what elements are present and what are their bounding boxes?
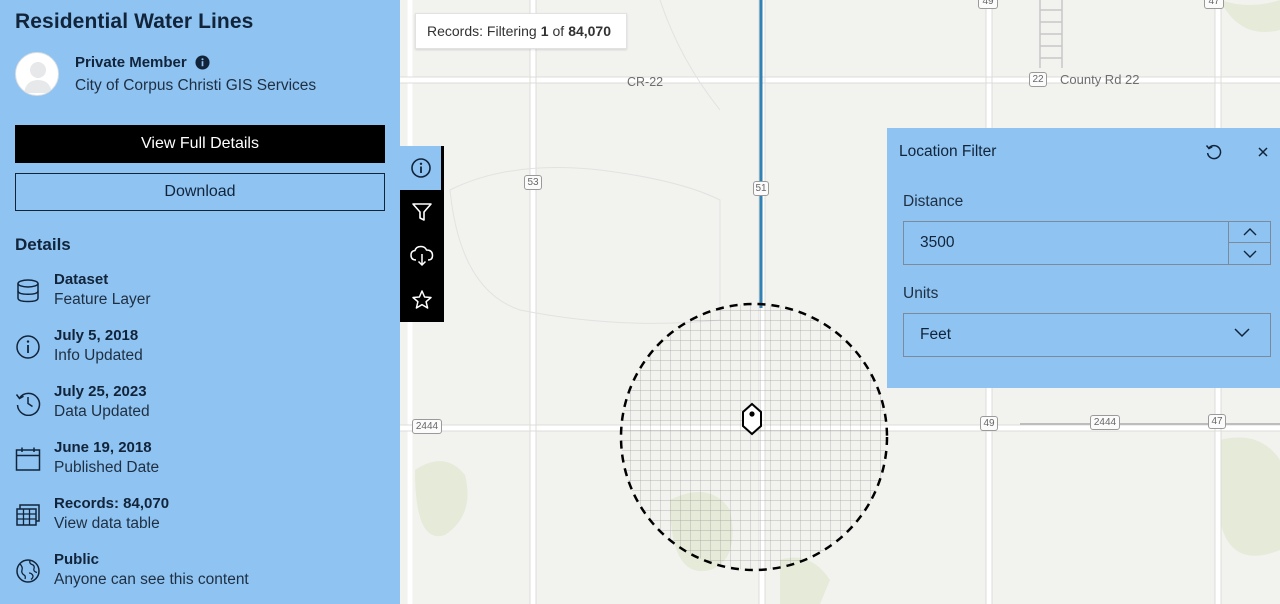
owner-name: Private Member [75, 53, 187, 71]
detail-item-info-updated: July 5, 2018 Info Updated [15, 326, 143, 366]
star-icon [412, 290, 432, 309]
records-of: of [552, 23, 565, 39]
info-icon [16, 335, 40, 359]
detail-secondary: Published Date [54, 459, 160, 476]
user-avatar-icon [24, 62, 52, 93]
view-full-details-button[interactable]: View Full Details [15, 125, 385, 163]
route-shield: 22 [1029, 72, 1047, 87]
route-shield: 49 [980, 416, 998, 431]
avatar [15, 52, 59, 96]
records-total-count: 84,070 [568, 23, 612, 39]
road-label-county-rd-22: County Rd 22 [1060, 72, 1140, 87]
detail-primary: Public [54, 551, 100, 568]
records-prefix: Records: Filtering [427, 23, 537, 39]
records-filter-indicator: Records: Filtering 1 of 84,070 [415, 13, 628, 49]
chevron-down-icon [1234, 328, 1250, 338]
detail-secondary: Anyone can see this content [54, 571, 249, 588]
distance-input[interactable]: 3500 [903, 221, 1271, 265]
database-icon [17, 279, 39, 303]
road-label-cr22: CR-22 [627, 75, 664, 89]
toolbar-favorite-button[interactable] [400, 278, 444, 322]
reset-icon[interactable] [1205, 143, 1223, 161]
units-select[interactable]: Feet [903, 313, 1271, 357]
globe-icon [16, 559, 40, 583]
distance-stepper [1228, 222, 1270, 264]
chevron-down-icon [1243, 250, 1256, 258]
chevron-up-icon [1243, 228, 1256, 236]
distance-label: Distance [903, 193, 964, 210]
details-heading: Details [15, 235, 71, 254]
units-label: Units [903, 285, 939, 302]
records-filtered-count: 1 [540, 23, 549, 39]
calendar-icon [15, 447, 41, 471]
detail-secondary: Info Updated [54, 347, 143, 364]
toolbar-info-button[interactable] [400, 146, 444, 190]
info-icon [410, 158, 431, 178]
route-shield: 49 [978, 0, 998, 9]
decrement-button[interactable] [1229, 243, 1270, 264]
detail-primary: June 19, 2018 [54, 439, 152, 456]
detail-secondary: Feature Layer [54, 291, 151, 308]
detail-item-records[interactable]: Records: 84,070 View data table [15, 494, 169, 534]
toolbar-download-button[interactable] [400, 234, 444, 278]
route-shield: 53 [524, 175, 542, 190]
location-filter-title: Location Filter [899, 143, 997, 160]
detail-primary: Dataset [54, 271, 109, 288]
history-icon [15, 392, 41, 416]
detail-item-data-updated: July 25, 2023 Data Updated [15, 382, 150, 422]
detail-primary: Records: 84,070 [54, 495, 170, 512]
detail-primary: July 25, 2023 [54, 383, 147, 400]
owner-organization: City of Corpus Christi GIS Services [75, 76, 317, 94]
owner-info-icon[interactable] [195, 54, 210, 70]
location-filter-panel: Location Filter Distance 3500 Units Feet [887, 128, 1280, 388]
route-shield: 2444 [1090, 415, 1120, 430]
table-icon [16, 504, 40, 526]
close-icon[interactable] [1257, 146, 1269, 158]
detail-primary: July 5, 2018 [54, 327, 139, 344]
distance-value: 3500 [920, 234, 955, 251]
view-data-table-link[interactable]: View data table [54, 514, 169, 534]
route-shield: 47 [1208, 414, 1226, 429]
route-shield: 51 [753, 181, 769, 196]
increment-button[interactable] [1229, 222, 1270, 243]
detail-secondary: Data Updated [54, 403, 150, 420]
map-toolbar [400, 146, 444, 322]
location-pin-icon[interactable] [742, 402, 762, 436]
download-button[interactable]: Download [15, 173, 385, 211]
units-value: Feet [920, 326, 952, 343]
item-title: Residential Water Lines [15, 10, 254, 33]
route-shield: 2444 [412, 419, 442, 434]
detail-item-published: June 19, 2018 Published Date [15, 438, 159, 478]
detail-item-sharing: Public Anyone can see this content [15, 550, 249, 590]
route-shield: 47 [1204, 0, 1224, 9]
owner-info: Private Member City of Corpus Christi GI… [15, 52, 316, 96]
toolbar-filter-button[interactable] [400, 190, 444, 234]
download-icon [410, 245, 434, 267]
item-details-panel: Residential Water Lines Private Member C… [0, 0, 400, 604]
detail-item-dataset: Dataset Feature Layer [15, 270, 151, 310]
filter-icon [412, 203, 432, 221]
